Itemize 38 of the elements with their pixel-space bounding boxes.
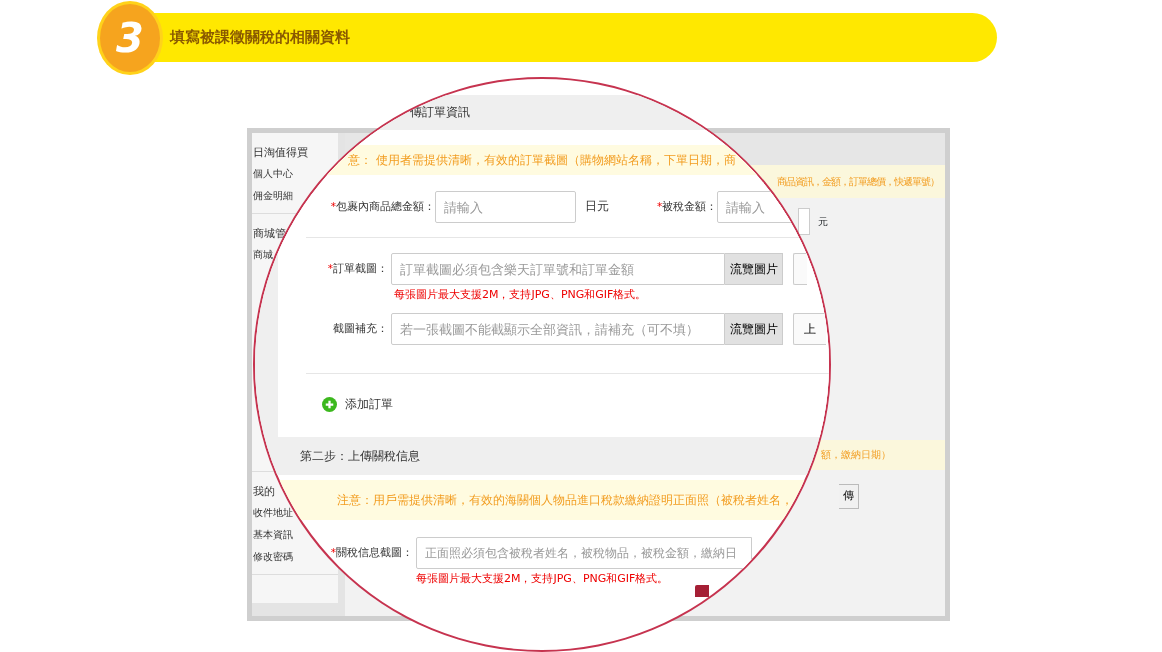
browse-button[interactable]: 流覽圖片 (725, 253, 783, 285)
add-order-link[interactable]: 添加訂單 (345, 396, 393, 414)
field-label: *被稅金額： (657, 200, 718, 213)
sidebar-heading: 我的 (253, 484, 276, 499)
section-title: 傳訂單資訊 (410, 105, 470, 119)
hint-text: 每張圖片最大支援2M，支持JPG、PNG和GIF格式。 (394, 287, 648, 303)
notice-text: 注意：用戶需提供清晰，有效的海關個人物品進口稅款繳納證明正面照（被稅者姓名， (337, 493, 793, 507)
sidebar-item[interactable]: 商城 (253, 248, 273, 262)
sidebar-item[interactable]: 修改密碼 (253, 550, 293, 564)
field-label: *關稅信息截圖： (330, 546, 413, 559)
notice-text: 意： 使用者需提供清晰，有效的訂單截圖（購物網站名稱，下單日期，商 (348, 153, 736, 167)
section-title: 第二步：上傳關稅信息 (300, 449, 420, 463)
unit-label: 日元 (585, 198, 609, 216)
sidebar-item[interactable]: 個人中心 (253, 167, 293, 181)
step-number: 3 (100, 4, 160, 72)
sidebar-item[interactable]: 佣金明細 (253, 189, 293, 203)
upload-button[interactable] (793, 253, 807, 285)
field-label: *包裹內商品總金額： (330, 200, 435, 213)
step-title: 填寫被課徵關稅的相關資料 (170, 27, 350, 49)
hint-text: 每張圖片最大支援2M，支持JPG、PNG和GIF格式。 (416, 571, 670, 587)
plus-icon[interactable] (322, 397, 337, 413)
field-label: 截圖補充： (333, 322, 388, 335)
sidebar-item[interactable]: 收件地址 (253, 506, 293, 520)
input-field[interactable]: 請輸入 (435, 191, 576, 223)
input-field[interactable]: 正面照必須包含被稅者姓名，被稅物品，被稅金額，繳納日 (416, 537, 752, 569)
notice-text: 額，繳納日期） (821, 447, 891, 462)
sidebar-heading: 商城管 (253, 226, 287, 241)
browse-button[interactable]: 流覽圖片 (725, 313, 783, 345)
field-label: *訂單截圖： (327, 262, 388, 275)
unit-label: 元 (818, 215, 828, 229)
upload-button[interactable]: 傳 (839, 484, 859, 509)
submit-button[interactable] (695, 585, 709, 597)
amount-field[interactable] (798, 208, 810, 235)
notice-text: 商品資訊，金額，訂單總價，快遞單號） (777, 175, 939, 189)
sidebar-heading: 日淘值得買 (253, 145, 309, 160)
upload-button[interactable]: 上 (793, 313, 826, 345)
input-field[interactable]: 訂單截圖必須包含樂天訂單號和訂單金額 (391, 253, 725, 285)
sidebar-item[interactable]: 基本資訊 (253, 528, 293, 542)
